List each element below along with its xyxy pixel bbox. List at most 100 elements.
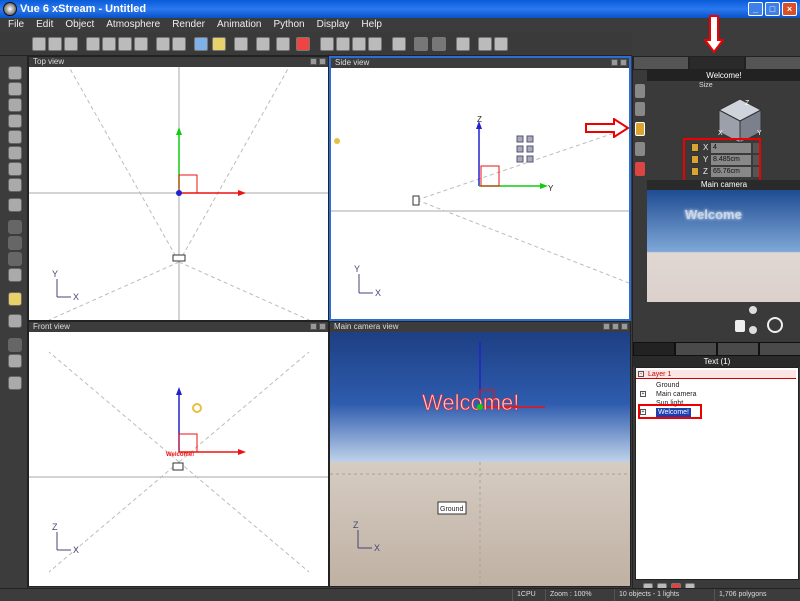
menu-object[interactable]: Object [61, 18, 102, 32]
app-icon [3, 2, 17, 16]
tab-objects[interactable] [633, 342, 675, 356]
ground-label: Ground [440, 506, 463, 513]
plant-icon[interactable] [8, 146, 22, 160]
menu-animation[interactable]: Animation [213, 18, 269, 32]
distribute-icon[interactable] [432, 37, 446, 51]
status-cpu: 1CPU [512, 589, 536, 601]
tab-material[interactable] [633, 56, 689, 70]
layout-icon[interactable] [478, 37, 492, 51]
twist-icon[interactable] [635, 142, 645, 156]
material-icon[interactable] [276, 37, 290, 51]
collapse-icon[interactable]: − [638, 371, 644, 377]
camera-view-viewport[interactable]: Main camera view Welcome! Ground Z X [329, 321, 631, 587]
front-axis-x: X [73, 545, 79, 555]
minimize-button[interactable]: _ [748, 2, 763, 16]
sun-icon[interactable] [8, 292, 22, 306]
front-view-viewport[interactable]: Front view Welcome! Z X [28, 321, 329, 587]
front-object-label: Welcome! [166, 452, 194, 458]
world-browser-tree: − Layer 1 Ground + Main camera Sun light… [635, 367, 799, 580]
zoom-fit-icon[interactable] [320, 37, 334, 51]
text-icon[interactable] [8, 98, 22, 112]
tab-animation[interactable] [745, 56, 800, 70]
highlight-box [638, 404, 702, 419]
red-arrow-down [704, 15, 724, 54]
menu-help[interactable]: Help [357, 18, 390, 32]
tree-item-label: Main camera [656, 391, 697, 398]
top-view-viewport[interactable]: Top view Y X [28, 56, 329, 321]
paste-icon[interactable] [118, 37, 132, 51]
copy-icon[interactable] [102, 37, 116, 51]
expand-icon[interactable]: + [640, 391, 646, 397]
panel-tabs [633, 56, 800, 70]
menu-render[interactable]: Render [168, 18, 213, 32]
tree-layer-row[interactable]: − Layer 1 [636, 370, 796, 379]
edit-object-icon[interactable] [256, 37, 270, 51]
atmosphere-icon[interactable] [194, 37, 208, 51]
render-area-icon[interactable] [8, 338, 22, 352]
import-icon[interactable] [8, 198, 22, 212]
camera-axis-x: X [374, 543, 380, 553]
save-icon[interactable] [64, 37, 78, 51]
top-view-canvas: Y X [29, 66, 328, 320]
menu-atmosphere[interactable]: Atmosphere [102, 18, 168, 32]
animation-icon[interactable] [456, 37, 470, 51]
front-view-canvas: Welcome! Z X [29, 351, 328, 573]
zoom-region-icon[interactable] [336, 37, 350, 51]
top-axis-x: X [73, 292, 79, 302]
cut-icon[interactable] [86, 37, 100, 51]
redo-icon[interactable] [172, 37, 186, 51]
align-icon[interactable] [414, 37, 428, 51]
highlight-box [683, 138, 761, 182]
camera-preview-text: Welcome [685, 207, 742, 222]
side-view-viewport[interactable]: Side view Z Y Y X [329, 56, 631, 321]
render-icon[interactable] [8, 354, 22, 368]
tree-row-ground[interactable]: Ground [636, 381, 796, 390]
status-zoom: Zoom : 100% [545, 589, 592, 601]
close-button[interactable]: × [782, 2, 797, 16]
weather-icon[interactable] [212, 37, 226, 51]
new-icon[interactable] [32, 37, 46, 51]
terrain-icon[interactable] [8, 114, 22, 128]
frame-icon[interactable] [392, 37, 406, 51]
menu-display[interactable]: Display [313, 18, 358, 32]
camera-nav-controls[interactable] [733, 302, 793, 342]
render-display-icon[interactable] [8, 376, 22, 390]
cube-icon[interactable] [8, 82, 22, 96]
menu-file[interactable]: File [4, 18, 32, 32]
tab-library[interactable] [759, 342, 800, 356]
material-preview-icon[interactable] [635, 162, 645, 176]
zoom-in-icon[interactable] [352, 37, 366, 51]
cloud-icon[interactable] [8, 178, 22, 192]
rotation-icon[interactable] [635, 102, 645, 116]
color-icon[interactable] [296, 37, 310, 51]
menu-python[interactable]: Python [269, 18, 312, 32]
size-icon[interactable] [635, 122, 645, 136]
zoom-out-icon[interactable] [368, 37, 382, 51]
ungroup-icon[interactable] [8, 268, 22, 282]
camera-preview[interactable]: Welcome [647, 190, 800, 302]
object-icon[interactable] [234, 37, 248, 51]
tab-materials[interactable] [675, 342, 717, 356]
menu-edit[interactable]: Edit [32, 18, 61, 32]
sphere-icon[interactable] [8, 66, 22, 80]
group-icon[interactable] [8, 252, 22, 266]
status-objects: 10 objects - 1 lights [614, 589, 679, 601]
render-options-icon[interactable] [494, 37, 508, 51]
side-gizmo-y: Y [548, 184, 554, 193]
undo-icon[interactable] [156, 37, 170, 51]
tab-size[interactable] [689, 56, 745, 70]
tree-row-camera[interactable]: + Main camera [636, 390, 796, 399]
metablob-icon[interactable] [8, 236, 22, 250]
camera-icon[interactable] [8, 314, 22, 328]
camera-view-canvas: Welcome! Ground Z X [330, 332, 630, 586]
maximize-button[interactable]: □ [765, 2, 780, 16]
numerics-icon[interactable] [635, 84, 645, 98]
water-icon[interactable] [8, 162, 22, 176]
rock-icon[interactable] [8, 130, 22, 144]
duplicate-icon[interactable] [134, 37, 148, 51]
boolean-icon[interactable] [8, 220, 22, 234]
camera-axis-z: Z [353, 520, 359, 530]
open-icon[interactable] [48, 37, 62, 51]
cube-z-label: Z [745, 100, 750, 107]
tab-links[interactable] [717, 342, 759, 356]
